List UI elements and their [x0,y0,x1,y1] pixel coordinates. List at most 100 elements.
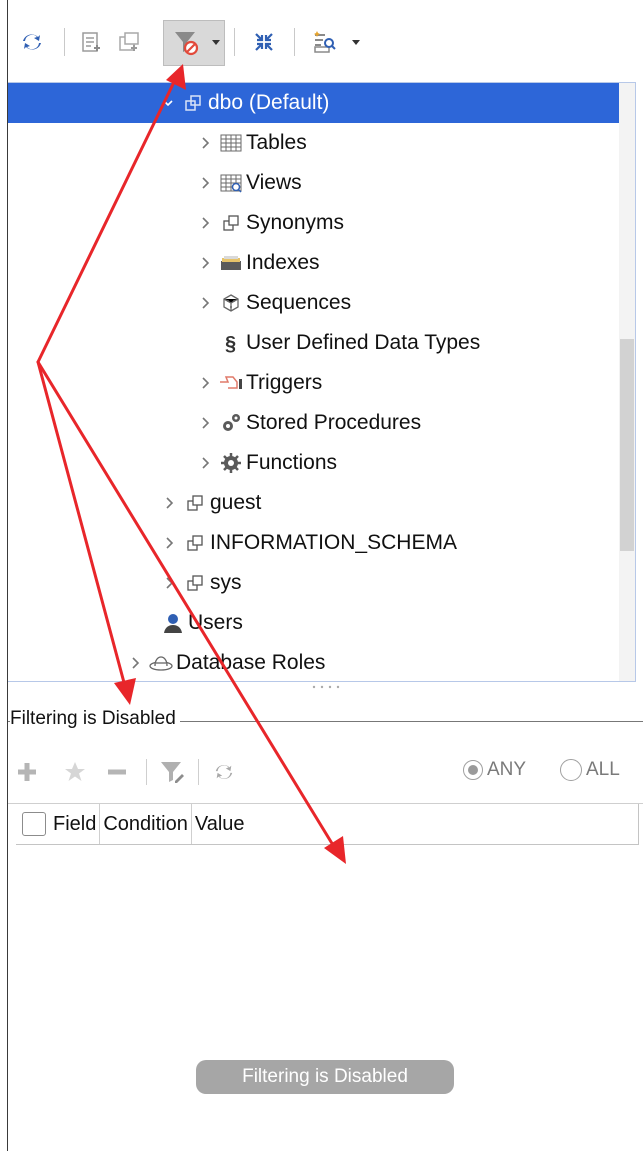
remove-filter-button[interactable] [102,757,132,787]
chevron-right-icon[interactable] [196,443,216,483]
schema-icon [180,483,210,523]
tree-node-label: guest [210,491,262,514]
plus-icon [18,763,36,781]
tree-node-sequences[interactable]: Sequences [8,283,635,323]
filter-panel: Filtering is Disabled ANY ALL Field Cond… [8,695,643,1151]
chevron-right-icon[interactable] [196,123,216,163]
object-tree[interactable]: dbo (Default) Tables Views Synonyms Inde… [8,82,636,682]
favorite-filter-button[interactable] [60,757,90,787]
column-header-condition[interactable]: Condition [100,804,192,844]
chevron-right-icon[interactable] [196,203,216,243]
match-all-radio[interactable]: ALL [560,759,620,781]
tree-node-dbo[interactable]: dbo (Default) [8,83,635,123]
tree-node-indexes[interactable]: Indexes [8,243,635,283]
chevron-right-icon[interactable] [196,163,216,203]
tree-node-label: User Defined Data Types [246,331,481,354]
filter-toolbar: ANY ALL [8,747,643,797]
radio-button[interactable] [463,760,483,780]
view-options-button[interactable] [304,22,344,62]
tree-node-guest[interactable]: guest [8,483,635,523]
column-header-value[interactable]: Value [192,804,248,844]
tree-node-label: Database Roles [176,651,326,674]
chevron-right-icon[interactable] [196,403,216,443]
match-any-label: ANY [487,759,527,780]
radio-button[interactable] [560,759,582,781]
view-options-dropdown-button[interactable] [348,22,364,62]
tree-node-views[interactable]: Views [8,163,635,203]
filter-grid-header: Field Condition Value [16,804,639,845]
tree-node-information-schema[interactable]: INFORMATION_SCHEMA [8,523,635,563]
tree-node-label: Indexes [246,251,320,274]
chevron-right-icon[interactable] [160,523,180,563]
tree-scrollbar[interactable] [619,83,635,681]
tree-node-synonyms[interactable]: Synonyms [8,203,635,243]
filter-dropdown-button[interactable] [208,22,224,62]
navigator-panel: dbo (Default) Tables Views Synonyms Inde… [0,0,643,1151]
trigger-icon [216,363,246,403]
tree-node-users[interactable]: Users [8,603,635,643]
udt-icon: § [216,323,246,363]
tree-node-label: Sequences [246,291,352,314]
column-header-field[interactable]: Field [50,804,101,844]
tree-node-label: Views [246,171,302,194]
navigator-toolbar [8,0,643,82]
tree-node-label: sys [210,571,242,594]
stored-procedure-icon [216,403,246,443]
tree-node-label: INFORMATION_SCHEMA [210,531,457,554]
collapse-all-button[interactable] [244,22,284,62]
tree-node-database-roles[interactable]: Database Roles [8,643,635,681]
schema-icon [178,83,208,123]
tree-node-label: Stored Procedures [246,411,422,434]
sequence-icon [216,283,246,323]
tree-node-user-defined-data-types[interactable]: § User Defined Data Types [8,323,635,363]
chevron-right-icon[interactable] [196,363,216,403]
toolbar-separator [146,759,147,785]
filtering-disabled-badge: Filtering is Disabled [196,1060,454,1094]
grip-icon [312,685,339,689]
refresh-button[interactable] [12,22,52,62]
copy-object-button[interactable] [112,22,148,62]
match-any-radio[interactable]: ANY [463,759,526,781]
schema-icon [180,563,210,603]
apply-filter-button[interactable] [156,757,188,787]
tree-node-label: Tables [246,131,307,154]
chevron-down-icon[interactable] [158,83,178,123]
tree-node-functions[interactable]: Functions [8,443,635,483]
function-icon [216,443,246,483]
chevron-right-icon[interactable] [196,243,216,283]
tree-node-label: Triggers [246,371,323,394]
copy-object-icon [119,32,139,51]
tree-node-tables[interactable]: Tables [8,123,635,163]
toolbar-separator [198,759,199,785]
synonym-icon [216,203,246,243]
filter-grid[interactable]: Field Condition Value Filtering is Disab… [8,803,643,1152]
tree-node-label: Synonyms [246,211,345,234]
add-filter-button[interactable] [12,757,42,787]
refresh-icon [215,765,233,779]
new-object-button[interactable] [74,22,110,62]
radio-selected-dot [468,765,478,775]
select-all-checkbox[interactable] [22,812,46,836]
view-icon [216,163,246,203]
refresh-filter-button[interactable] [208,757,240,787]
chevron-right-icon[interactable] [160,563,180,603]
filter-disabled-icon [175,32,199,56]
tree-scrollbar-thumb[interactable] [620,339,634,551]
user-icon [158,603,188,643]
dropdown-arrow-icon [212,40,220,45]
tree-node-sys[interactable]: sys [8,563,635,603]
chevron-right-icon[interactable] [196,283,216,323]
roles-icon [146,643,176,681]
tree-node-label: Functions [246,451,338,474]
filter-edit-icon [161,762,184,783]
toolbar-separator [234,28,235,56]
tree-node-triggers[interactable]: Triggers [8,363,635,403]
refresh-icon [23,34,41,50]
dropdown-arrow-icon [352,40,360,45]
tree-node-label: dbo (Default) [208,91,330,114]
chevron-right-icon[interactable] [160,483,180,523]
filter-toggle-button[interactable] [166,22,206,62]
tree-node-stored-procedures[interactable]: Stored Procedures [8,403,635,443]
panel-splitter[interactable] [8,680,643,694]
chevron-right-icon[interactable] [126,643,146,681]
